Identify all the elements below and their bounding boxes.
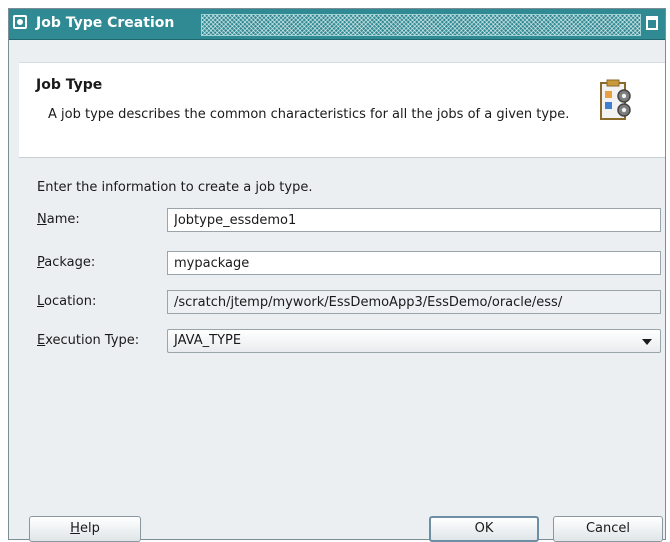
title-bar[interactable]: Job Type Creation xyxy=(9,9,665,40)
execution-type-label-text: xecution Type: xyxy=(45,333,140,348)
help-button[interactable]: Help xyxy=(29,516,141,542)
help-button-text: elp xyxy=(79,521,100,536)
job-config-icon xyxy=(600,79,631,120)
package-label: Package: xyxy=(37,255,95,270)
header-description: A job type describes the common characte… xyxy=(48,107,570,122)
maximize-icon[interactable] xyxy=(646,16,658,30)
execution-type-value: JAVA_TYPE xyxy=(174,333,242,348)
header-panel: Job Type A job type describes the common… xyxy=(19,62,665,158)
job-type-creation-dialog: Job Type Creation Job Type A job type de… xyxy=(9,9,665,542)
execution-type-label-mnemonic: E xyxy=(37,333,46,348)
location-label-text: ocation: xyxy=(44,294,97,309)
package-label-text: ackage: xyxy=(44,255,96,270)
cancel-button[interactable]: Cancel xyxy=(553,516,663,542)
execution-type-label: Execution Type: xyxy=(37,333,139,348)
ok-button[interactable]: OK xyxy=(429,516,539,542)
location-label-mnemonic: L xyxy=(37,294,45,309)
name-label-text: ame: xyxy=(46,212,80,227)
window-menu-icon[interactable] xyxy=(13,15,27,29)
name-label: Name: xyxy=(37,212,80,227)
location-field[interactable] xyxy=(167,290,661,314)
title-bar-grip[interactable] xyxy=(201,14,641,36)
name-field[interactable] xyxy=(167,208,661,232)
name-label-mnemonic: N xyxy=(37,212,47,227)
window-title: Job Type Creation xyxy=(36,15,175,31)
chevron-down-icon[interactable] xyxy=(642,339,652,345)
package-field[interactable] xyxy=(167,251,661,275)
form-intro: Enter the information to create a job ty… xyxy=(37,180,313,195)
execution-type-select[interactable]: JAVA_TYPE xyxy=(167,329,661,353)
header-title: Job Type xyxy=(36,77,103,93)
location-label: Location: xyxy=(37,294,96,309)
help-button-mnemonic: H xyxy=(70,521,80,536)
